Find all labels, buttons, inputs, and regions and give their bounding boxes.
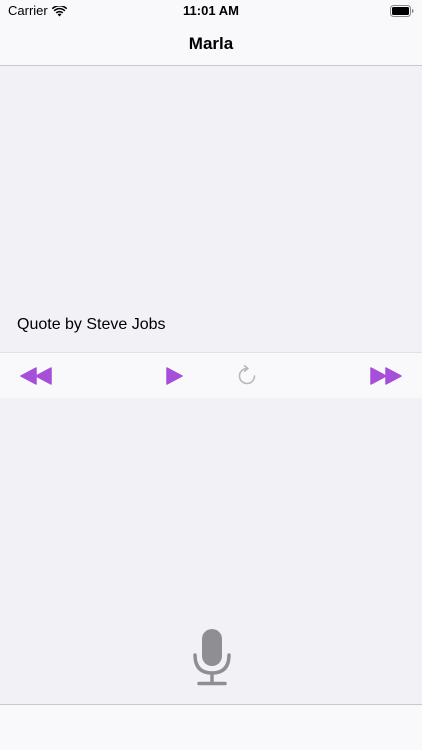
page-title: Marla [188, 34, 234, 53]
replay-button[interactable] [235, 364, 259, 388]
play-button[interactable] [164, 366, 184, 386]
rewind-button[interactable] [20, 366, 52, 386]
fast-forward-button[interactable] [370, 366, 402, 386]
quote-label: Quote by Steve Jobs [17, 316, 166, 333]
status-bar: Carrier 11:01 AM [0, 0, 422, 22]
bottom-toolbar [0, 704, 422, 750]
navigation-bar: Marla [0, 22, 422, 66]
battery-icon [390, 4, 414, 17]
playback-controls [0, 352, 422, 398]
rewind-icon [20, 367, 52, 385]
fast-forward-icon [370, 367, 402, 385]
microphone-icon [193, 629, 231, 686]
play-icon [166, 367, 183, 385]
status-time: 11:01 AM [183, 3, 239, 18]
app-screen: Carrier 11:01 AM Marla Quote by Steve Jo… [0, 0, 422, 750]
microphone-button[interactable] [192, 628, 232, 686]
replay-icon [238, 365, 256, 385]
